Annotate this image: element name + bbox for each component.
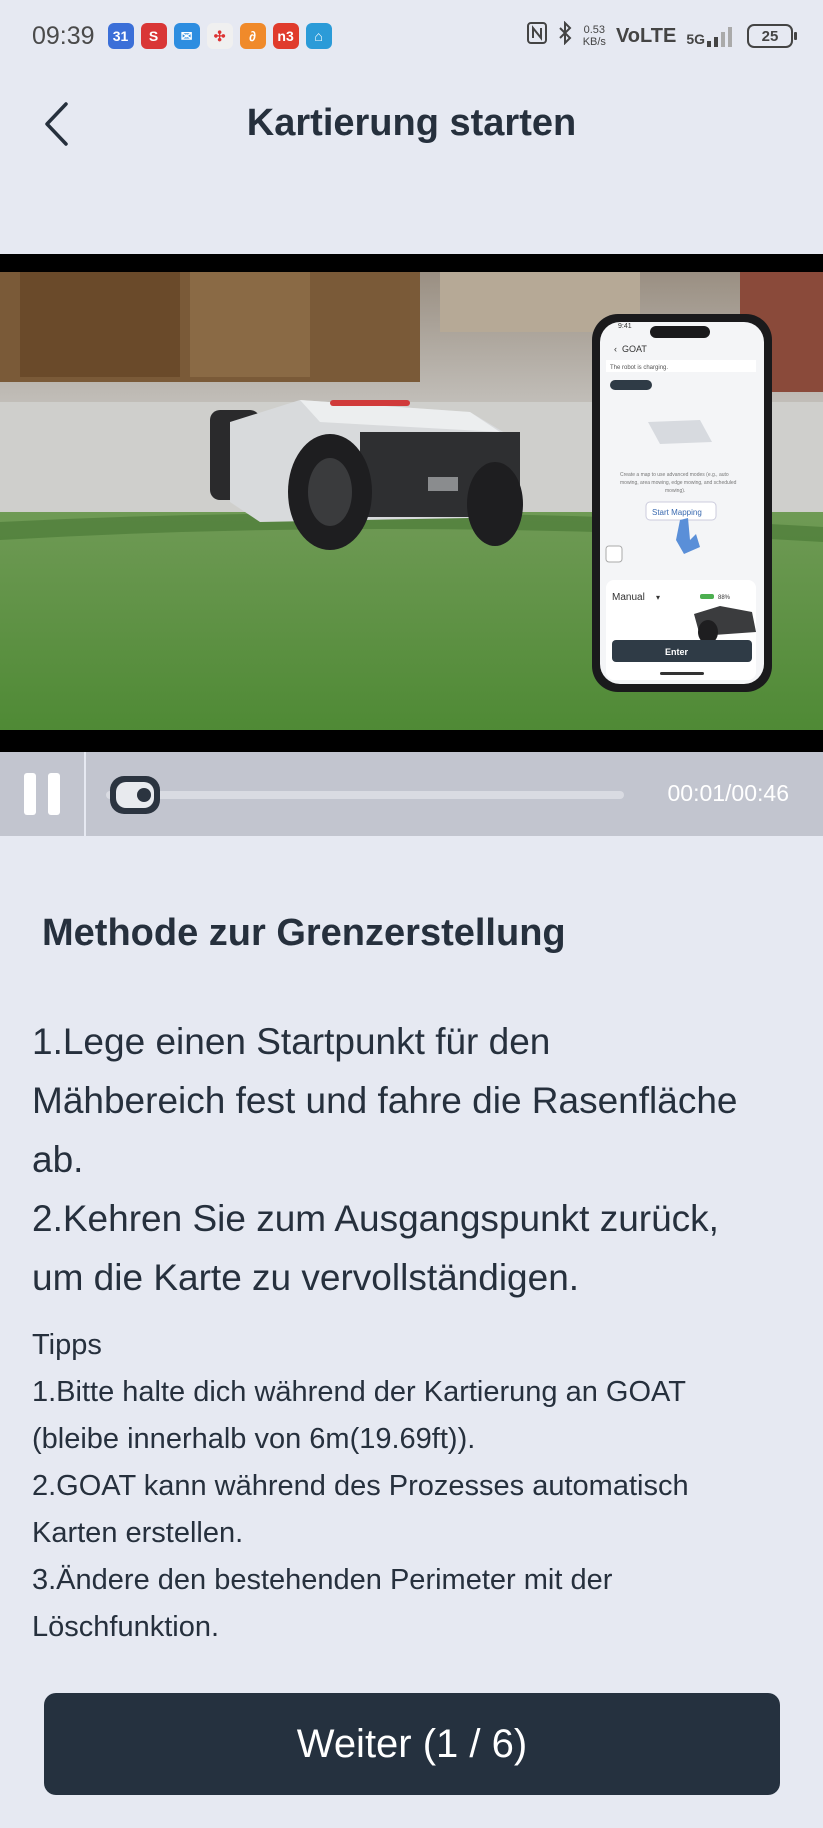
phone-enter-text: Enter: [665, 647, 689, 657]
phone-status-text: The robot is charging.: [610, 365, 668, 371]
video-thumbnail-image: 9:41 ‹ GOAT The robot is charging. Creat…: [0, 272, 823, 730]
tips-heading: Tipps: [32, 1329, 102, 1361]
phone-time-text: 9:41: [618, 323, 632, 330]
svg-text:‹: ‹: [614, 344, 617, 354]
net-speed: 0.53 KB/s: [583, 24, 606, 48]
next-button[interactable]: Weiter (1 / 6): [44, 1693, 780, 1795]
svg-text:Create a map to use advanced m: Create a map to use advanced modes (e.g.…: [620, 472, 729, 478]
tips-section: Tipps 1.Bitte halte dich während der Kar…: [32, 1322, 802, 1651]
bluetooth-icon: [557, 20, 573, 51]
video-frame[interactable]: 9:41 ‹ GOAT The robot is charging. Creat…: [0, 272, 823, 730]
net-speed-value: 0.53: [583, 24, 606, 36]
progress-thumb[interactable]: [108, 772, 162, 818]
page-title: Kartierung starten: [246, 102, 577, 144]
mail-icon: ✉: [173, 23, 200, 49]
slack-icon: ✣: [206, 23, 233, 49]
network-type: 5G: [686, 31, 705, 47]
video-controls: 00:01/00:46: [0, 752, 823, 836]
tip-line: Karten erstellen.: [32, 1517, 244, 1549]
signal-icon: 5G: [686, 25, 737, 47]
tip-line: 3.Ändere den bestehenden Perimeter mit d…: [32, 1564, 613, 1596]
s-app-icon: S: [140, 23, 167, 49]
instructions-steps: 1.Lege einen Startpunkt für den Mähberei…: [32, 1012, 802, 1307]
status-bar-right: 0.53 KB/s VoLTE 5G 25: [526, 20, 797, 51]
phone-start-mapping: Start Mapping: [652, 508, 702, 517]
app-header: Kartierung starten: [0, 72, 823, 180]
status-bar: 09:39 31 S ✉ ✣ ∂ n3 ⌂ 0.53 KB/s VoLTE 5G 25: [0, 0, 823, 72]
home-app-icon: ⌂: [305, 23, 332, 49]
ms-app-icon: n3: [272, 23, 299, 49]
section-title: Methode zur Grenzerstellung: [42, 912, 566, 954]
battery-icon: 25: [747, 24, 797, 48]
status-time: 09:39: [32, 21, 95, 50]
calendar-icon: 31: [107, 23, 134, 49]
volte-indicator: VoLTE: [615, 24, 677, 47]
progress-bar[interactable]: [106, 791, 624, 799]
status-bar-left: 09:39 31 S ✉ ✣ ∂ n3 ⌂: [32, 22, 332, 51]
pause-icon-bar: [48, 773, 60, 815]
svg-text:mowing).: mowing).: [665, 488, 685, 494]
step-line: ab.: [32, 1139, 84, 1180]
phone-battery-text: 88%: [718, 595, 731, 601]
step-line: 1.Lege einen Startpunkt für den: [32, 1021, 551, 1062]
notification-icons: 31 S ✉ ✣ ∂ n3 ⌂: [107, 23, 332, 49]
phone-app-name: GOAT: [622, 344, 647, 354]
phone-mode-text: Manual: [612, 592, 645, 603]
paperclip-app-icon: ∂: [239, 23, 266, 49]
pause-icon: [24, 773, 36, 815]
step-line: um die Karte zu vervollständigen.: [32, 1257, 580, 1298]
video-time: 00:01/00:46: [667, 780, 789, 806]
pause-button[interactable]: [0, 752, 86, 836]
step-line: Mähbereich fest und fahre die Rasenfläch…: [32, 1080, 738, 1121]
tip-line: Löschfunktion.: [32, 1611, 220, 1643]
nfc-icon: [526, 22, 547, 50]
svg-text:▾: ▾: [656, 593, 660, 602]
step-line: 2.Kehren Sie zum Ausgangspunkt zurück,: [32, 1198, 719, 1239]
battery-level: 25: [761, 27, 779, 45]
video-player[interactable]: 9:41 ‹ GOAT The robot is charging. Creat…: [0, 254, 823, 836]
tip-line: 2.GOAT kann während des Prozesses automa…: [32, 1470, 689, 1502]
svg-text:mowing, area mowing, edge mowi: mowing, area mowing, edge mowing, and sc…: [620, 480, 737, 486]
tip-line: (bleibe innerhalb von 6m(19.69ft)).: [32, 1423, 476, 1455]
net-speed-unit: KB/s: [582, 36, 606, 48]
tip-line: 1.Bitte halte dich während der Kartierun…: [32, 1376, 686, 1408]
